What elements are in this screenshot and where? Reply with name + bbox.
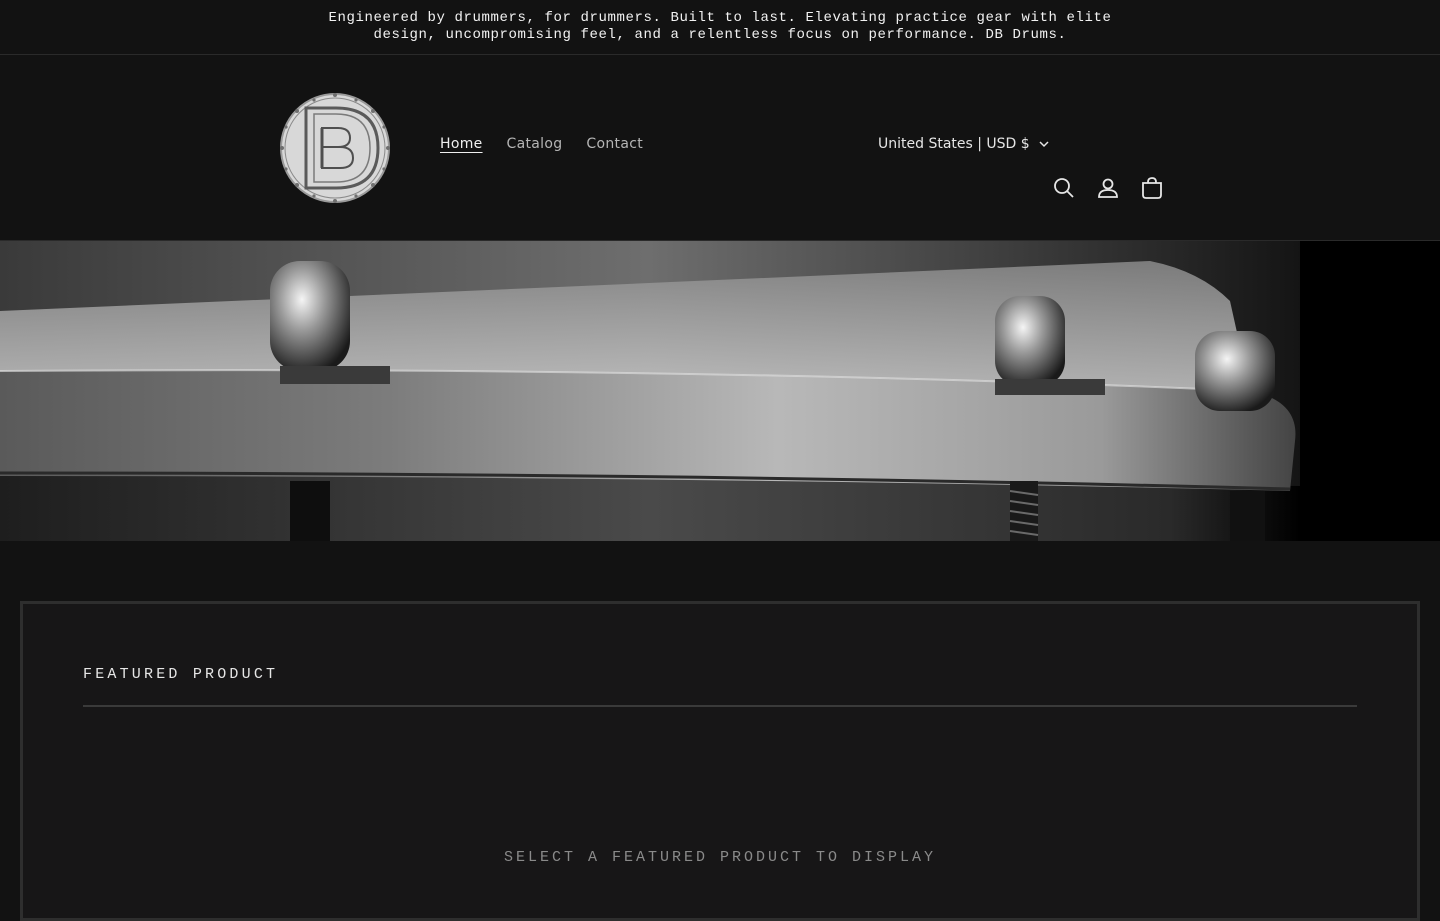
cart-icon[interactable] — [1140, 176, 1164, 200]
nav-contact[interactable]: Contact — [586, 136, 643, 152]
site-header: Home Catalog Contact United States | USD… — [0, 55, 1440, 241]
chevron-down-icon — [1039, 141, 1049, 148]
nav-home[interactable]: Home — [440, 136, 483, 152]
db-drums-logo[interactable] — [276, 92, 392, 204]
nav-catalog[interactable]: Catalog — [507, 136, 563, 152]
hero-banner — [0, 241, 1440, 541]
main-nav: Home Catalog Contact — [440, 136, 643, 152]
divider — [83, 705, 1357, 707]
announcement-text: Engineered by drummers, for drummers. Bu… — [328, 10, 1112, 43]
drum-hoop-image — [0, 241, 1440, 541]
account-icon[interactable] — [1096, 176, 1120, 200]
featured-product-section: FEATURED PRODUCT SELECT A FEATURED PRODU… — [20, 601, 1420, 921]
country-selector[interactable]: United States | USD $ — [878, 136, 1050, 152]
country-selector-label: United States | USD $ — [878, 136, 1030, 152]
announcement-bar: Engineered by drummers, for drummers. Bu… — [0, 0, 1440, 55]
search-icon[interactable] — [1052, 176, 1076, 200]
featured-product-placeholder: SELECT A FEATURED PRODUCT TO DISPLAY — [503, 849, 937, 866]
logo-icon — [280, 93, 390, 203]
featured-product-heading: FEATURED PRODUCT — [83, 666, 279, 683]
